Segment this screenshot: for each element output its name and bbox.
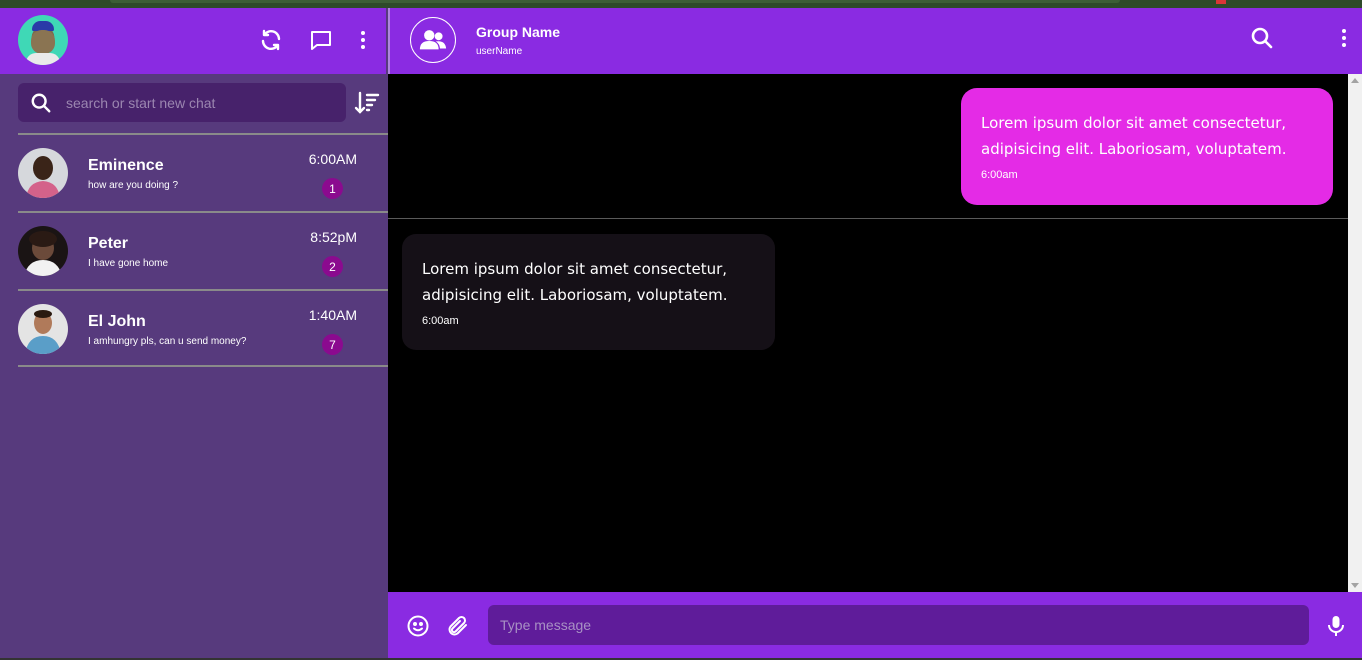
- more-vertical-icon[interactable]: [1332, 26, 1356, 50]
- sidebar-header: [0, 8, 386, 74]
- group-avatar[interactable]: [410, 17, 456, 63]
- message-time: 8:52pM: [310, 229, 357, 245]
- last-message: how are you doing ?: [88, 180, 179, 191]
- contact-name: Eminence: [88, 157, 164, 174]
- paperclip-icon[interactable]: [446, 614, 470, 638]
- message-time: 6:00AM: [308, 151, 357, 167]
- contact-avatar: [18, 304, 68, 354]
- message-text: Lorem ipsum dolor sit amet consectetur, …: [422, 260, 728, 304]
- group-users-icon: [419, 30, 447, 50]
- chat-list-item[interactable]: Peter I have gone home 8:52pM 2: [18, 211, 388, 289]
- outgoing-message: Lorem ipsum dolor sit amet consectetur, …: [961, 88, 1333, 205]
- microphone-icon[interactable]: [1324, 614, 1348, 638]
- contact-avatar: [18, 226, 68, 276]
- chat-header: Group Name userName: [388, 8, 1362, 74]
- sort-descending-icon[interactable]: [354, 90, 380, 116]
- message-input[interactable]: [488, 605, 1309, 645]
- contact-avatar: [18, 148, 68, 198]
- message-timestamp: 6:00am: [422, 315, 459, 327]
- chat-list-item[interactable]: Eminence how are you doing ? 6:00AM 1: [18, 133, 388, 211]
- message-timestamp: 6:00am: [981, 169, 1018, 181]
- avatar-face: [31, 30, 55, 54]
- search-input[interactable]: [66, 83, 336, 122]
- top-strip-inner: [110, 0, 1120, 3]
- message-area: Lorem ipsum dolor sit amet consectetur, …: [388, 74, 1348, 592]
- scroll-down-arrow-icon[interactable]: [1351, 583, 1359, 588]
- search-icon[interactable]: [1250, 26, 1274, 50]
- chat-list-item[interactable]: El John I amhungry pls, can u send money…: [18, 289, 388, 367]
- search-bar: [18, 83, 346, 122]
- emoji-icon[interactable]: [406, 614, 430, 638]
- browser-top-strip: [0, 0, 1362, 8]
- top-strip-indicator: [1216, 0, 1226, 4]
- chat-bubble-icon[interactable]: [307, 26, 335, 54]
- refresh-icon[interactable]: [257, 26, 285, 54]
- contact-name: Peter: [88, 235, 129, 252]
- unread-badge: 7: [322, 334, 343, 355]
- message-scrollbar[interactable]: [1348, 74, 1362, 592]
- chat-list: Eminence how are you doing ? 6:00AM 1 Pe…: [18, 133, 388, 367]
- last-message: I have gone home: [88, 258, 169, 269]
- message-text: Lorem ipsum dolor sit amet consectetur, …: [981, 114, 1287, 158]
- sidebar: Eminence how are you doing ? 6:00AM 1 Pe…: [0, 8, 388, 660]
- my-avatar[interactable]: [18, 15, 68, 65]
- user-name: userName: [476, 46, 523, 57]
- search-icon: [31, 93, 51, 113]
- avatar-shirt: [26, 53, 60, 65]
- group-name: Group Name: [476, 24, 561, 40]
- unread-badge: 2: [322, 256, 343, 277]
- message-time: 1:40AM: [308, 307, 357, 323]
- unread-badge: 1: [322, 178, 343, 199]
- incoming-message: Lorem ipsum dolor sit amet consectetur, …: [402, 234, 775, 350]
- message-composer: [388, 592, 1362, 658]
- scroll-up-arrow-icon[interactable]: [1351, 78, 1359, 83]
- message-divider: [388, 218, 1348, 219]
- more-vertical-icon[interactable]: [349, 26, 377, 54]
- contact-name: El John: [88, 313, 146, 330]
- last-message: I amhungry pls, can u send money?: [88, 336, 247, 347]
